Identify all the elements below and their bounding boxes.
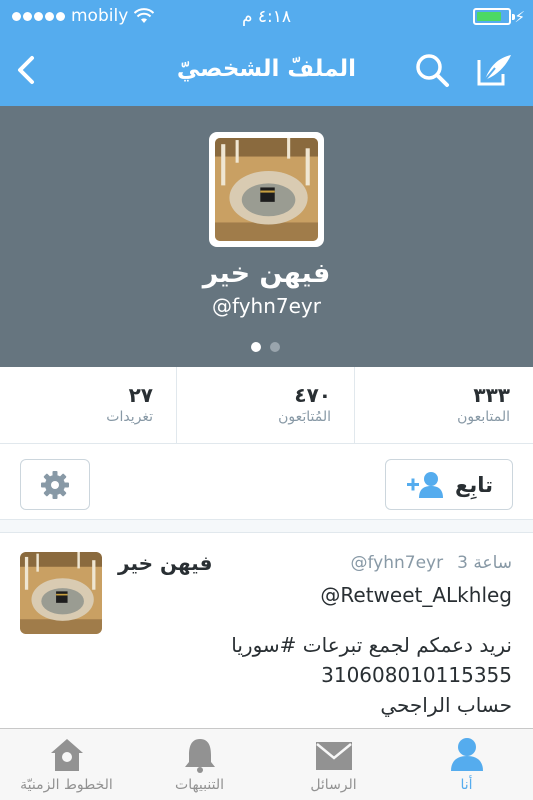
tweet-avatar[interactable]: [20, 552, 102, 634]
follow-button[interactable]: تابِع: [385, 459, 513, 510]
tweet-text: @Retweet_ALkhleg نريد دعمكم لجمع تبرعات …: [231, 580, 512, 720]
stat-value: ٣٣٣: [473, 383, 510, 407]
tab-me[interactable]: أنا: [400, 729, 533, 800]
settings-button[interactable]: [20, 459, 90, 510]
charging-icon: ⚡: [514, 8, 525, 26]
stat-value: ٢٧: [128, 383, 153, 407]
tab-label: الخطوط الزمنيّة: [20, 777, 113, 793]
tab-bar: أنا الرسائل التنبيهات الخطوط الزمنيّة: [0, 728, 533, 800]
tweet-meta: @fyhn7eyr 3 ساعة: [350, 553, 512, 573]
profile-avatar[interactable]: [209, 132, 324, 247]
stat-label: المتابعون: [457, 409, 510, 425]
tab-label: أنا: [460, 777, 473, 793]
nav-bar: الملفّ الشخصيّ: [0, 34, 533, 106]
bell-icon: [184, 739, 215, 773]
tweets-count[interactable]: ٢٧ تغريدات: [0, 367, 177, 444]
add-user-icon: [406, 471, 443, 498]
tweet-mention[interactable]: @Retweet_ALkhleg: [231, 580, 512, 610]
person-icon: [450, 738, 483, 771]
tab-timelines[interactable]: الخطوط الزمنيّة: [0, 729, 133, 800]
tweet-handle: @fyhn7eyr: [350, 553, 444, 573]
tweet-line: 310608010115355: [321, 663, 512, 687]
compose-tweet-button[interactable]: [472, 48, 516, 92]
profile-actions: تابِع: [0, 444, 533, 520]
page-dot[interactable]: [251, 342, 261, 352]
top-bar: mobily ٤:١٨ م ⚡ الملفّ الشخصيّ: [0, 0, 533, 106]
status-time: ٤:١٨ م: [241, 7, 292, 27]
tweet-line: حساب الراجحي: [380, 693, 512, 717]
following-count[interactable]: ٤٧٠ المُتابَعون: [178, 367, 355, 444]
profile-header: فيهن خير @fyhn7eyr: [0, 106, 533, 367]
home-icon: [50, 739, 83, 771]
followers-count[interactable]: ٣٣٣ المتابعون: [356, 367, 533, 444]
search-icon: [416, 54, 449, 87]
tab-label: التنبيهات: [175, 777, 224, 793]
tweet-time: 3 ساعة: [457, 553, 512, 573]
page-dot[interactable]: [270, 342, 280, 352]
stats-row: ٢٧ تغريدات ٤٧٠ المُتابَعون ٣٣٣ المتابعون: [0, 367, 533, 444]
tab-label: الرسائل: [310, 777, 357, 793]
follow-label: تابِع: [454, 472, 493, 497]
search-button[interactable]: [410, 48, 454, 92]
profile-name: فيهن خير: [202, 258, 331, 289]
stat-label: المُتابَعون: [278, 409, 331, 425]
tab-messages[interactable]: الرسائل: [267, 729, 400, 800]
stat-label: تغريدات: [106, 409, 153, 425]
page-indicator[interactable]: [251, 342, 280, 352]
battery-icon: [473, 8, 515, 25]
profile-handle: @fyhn7eyr: [212, 294, 321, 318]
tweet-author-name: فيهن خير: [118, 551, 213, 575]
envelope-icon: [315, 742, 352, 770]
tweet-line: نريد دعمكم لجمع تبرعات #سوريا: [231, 633, 512, 657]
status-bar: mobily ٤:١٨ م ⚡: [0, 0, 533, 34]
stat-value: ٤٧٠: [294, 383, 331, 407]
gear-icon: [41, 470, 69, 499]
tweet-item[interactable]: فيهن خير @fyhn7eyr 3 ساعة @Retweet_ALkhl…: [0, 532, 533, 728]
mosque-photo: [215, 138, 318, 241]
compose-icon: [477, 55, 511, 86]
tab-notifications[interactable]: التنبيهات: [133, 729, 266, 800]
mosque-photo: [20, 552, 102, 634]
